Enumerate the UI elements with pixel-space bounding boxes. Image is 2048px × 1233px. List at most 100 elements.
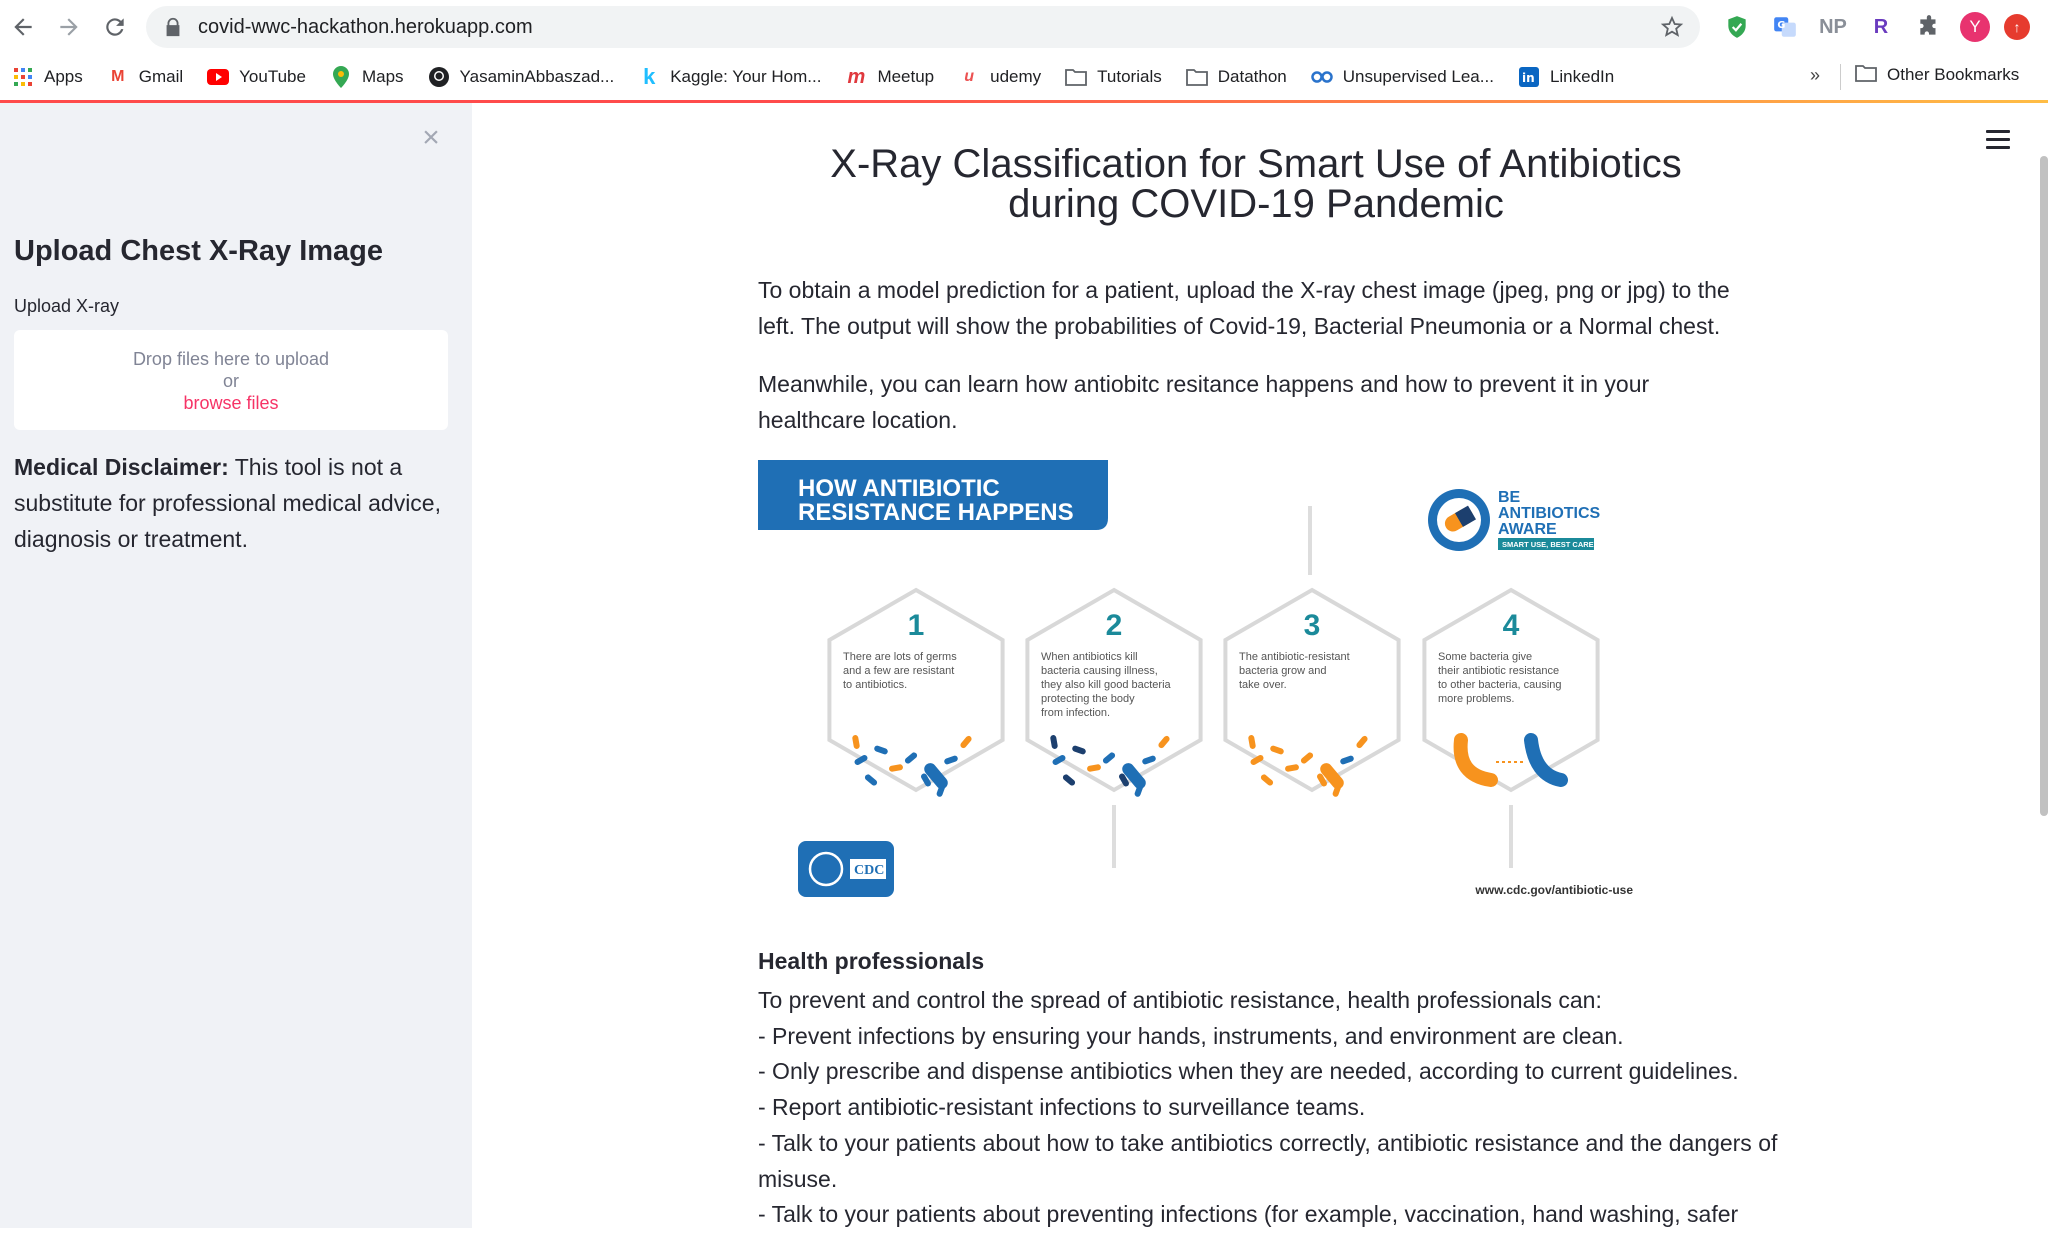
- np-extension[interactable]: NP: [1816, 10, 1850, 44]
- udemy-icon: u: [964, 68, 975, 85]
- update-icon[interactable]: ↑: [2004, 14, 2030, 40]
- bookmark-label: Datathon: [1217, 67, 1287, 86]
- health-professionals-heading: Health professionals: [758, 948, 985, 974]
- bookmark-coursera[interactable]: Unsupervised Lea...: [1310, 66, 1494, 88]
- bookmark-label: Maps: [361, 67, 404, 86]
- shield-extension[interactable]: [1720, 10, 1754, 44]
- main-menu-button[interactable]: [1986, 130, 2010, 150]
- page-title: X-Ray Classification for Smart Use of An…: [758, 144, 1754, 224]
- bookmark-linkedin[interactable]: in LinkedIn: [1518, 66, 1614, 88]
- aware-aware-text: AWARE: [1498, 521, 1557, 538]
- step-number: 4: [1503, 609, 1520, 642]
- kaggle-icon: k: [643, 64, 656, 89]
- step-text-line: to other bacteria, causing: [1438, 679, 1562, 691]
- bookmark-kaggle[interactable]: k Kaggle: Your Hom...: [638, 64, 822, 89]
- other-bookmarks[interactable]: Other Bookmarks: [1855, 64, 2019, 86]
- step-text-line: their antibiotic resistance: [1438, 665, 1559, 677]
- hp-line: - Only prescribe and dispense antibiotic…: [758, 1058, 1739, 1085]
- url-text: covid-wwc-hackathon.herokuapp.com: [198, 15, 533, 38]
- bookmark-label: udemy: [990, 67, 1042, 86]
- bookmark-github[interactable]: YasaminAbbaszad...: [428, 66, 615, 88]
- extensions-area: G NP R Y ↑: [1720, 8, 2030, 46]
- close-sidebar-icon[interactable]: ×: [418, 123, 444, 153]
- hp-line: - Talk to your patients about how to tak…: [758, 1129, 1778, 1192]
- banner-line-2: RESISTANCE HAPPENS: [798, 499, 1074, 526]
- or-text: or: [222, 371, 239, 391]
- learn-paragraph: Meanwhile, you can learn how antiobitc r…: [758, 371, 1650, 433]
- step-number: 2: [1106, 609, 1123, 642]
- gmail-icon: M: [111, 68, 125, 85]
- step-text-line: to antibiotics.: [843, 679, 907, 691]
- intro-paragraph: To obtain a model prediction for a patie…: [758, 277, 1730, 339]
- address-bar[interactable]: covid-wwc-hackathon.herokuapp.com: [146, 6, 1700, 48]
- bookmark-label: Kaggle: Your Hom...: [670, 67, 822, 86]
- bookmark-folder-datathon[interactable]: Datathon: [1185, 66, 1287, 88]
- folder-icon: [1065, 66, 1088, 88]
- forward-button[interactable]: [46, 4, 92, 50]
- bookmarks-divider: [1840, 64, 1841, 90]
- back-button[interactable]: [0, 4, 46, 50]
- cdc-url-text: www.cdc.gov/antibiotic-use: [1474, 883, 1633, 897]
- meetup-icon: m: [847, 65, 866, 88]
- profile-avatar[interactable]: Y: [1960, 12, 1990, 42]
- medical-disclaimer: Medical Disclaimer: This tool is not a s…: [14, 449, 454, 557]
- linkedin-icon: in: [1518, 66, 1540, 88]
- step-number: 1: [908, 609, 925, 642]
- bookmark-label: Unsupervised Lea...: [1342, 67, 1494, 86]
- arrow-right-icon: [60, 18, 78, 36]
- r-extension[interactable]: R: [1864, 10, 1898, 44]
- bookmark-star-icon[interactable]: [1660, 15, 1684, 39]
- other-bookmarks-label: Other Bookmarks: [1887, 65, 2020, 84]
- bookmark-maps[interactable]: Maps: [330, 66, 404, 88]
- aware-tagline: SMART USE, BEST CARE: [1502, 540, 1594, 549]
- apps-grid-icon: [12, 66, 34, 88]
- bacteria-mark: [1062, 774, 1076, 786]
- translate-extension[interactable]: G: [1768, 10, 1802, 44]
- bookmarks-bar: Apps M Gmail YouTube Maps YasaminAbbasza…: [0, 56, 2048, 98]
- title-line-1: X-Ray Classification for Smart Use of An…: [830, 142, 1682, 186]
- step-text-line: protecting the body: [1041, 693, 1135, 705]
- bookmark-label: YasaminAbbaszad...: [459, 67, 615, 86]
- bookmark-label: Meetup: [877, 67, 935, 86]
- file-dropzone[interactable]: Drop files here to upload or browse file…: [14, 330, 448, 430]
- step-text-line: There are lots of germs: [843, 651, 957, 663]
- step-text-line: from infection.: [1041, 707, 1110, 719]
- bacteria-mark: [864, 774, 878, 786]
- hexagon-steps: 1 There are lots of germs and a few are re…: [827, 587, 1600, 797]
- puzzle-icon: [1920, 15, 1936, 35]
- step-text-line: more problems.: [1438, 693, 1514, 705]
- upload-label: Upload X-ray: [14, 296, 120, 316]
- translate-icon: G: [1774, 17, 1796, 37]
- banner-line-1: HOW ANTIBIOTIC: [798, 475, 1000, 502]
- lock-icon: [166, 17, 180, 37]
- page-scrollbar[interactable]: [2040, 156, 2048, 816]
- extensions-button[interactable]: [1912, 10, 1946, 44]
- bookmark-udemy[interactable]: u udemy: [958, 66, 1041, 88]
- title-line-2: during COVID-19 Pandemic: [1008, 182, 1504, 226]
- browser-toolbar: covid-wwc-hackathon.herokuapp.com G NP R…: [0, 0, 2048, 54]
- svg-text:G: G: [1777, 20, 1785, 31]
- reload-button[interactable]: [92, 4, 138, 50]
- aware-antibiotics-text: ANTIBIOTICS: [1498, 505, 1601, 522]
- bookmark-meetup[interactable]: m Meetup: [845, 65, 935, 88]
- more-bookmarks-button[interactable]: »: [1810, 65, 1820, 86]
- step-text-line: When antibiotics kill: [1041, 651, 1138, 663]
- coursera-icon: [1310, 66, 1333, 88]
- step-text-line: and a few are resistant: [843, 665, 954, 677]
- step-text-line: bacteria grow and: [1239, 665, 1326, 677]
- bookmark-label: Gmail: [138, 67, 184, 86]
- bookmark-apps[interactable]: Apps: [12, 66, 83, 88]
- health-professionals-list: To prevent and control the spread of ant…: [758, 983, 1778, 1233]
- step-number: 3: [1304, 609, 1321, 642]
- bookmark-gmail[interactable]: M Gmail: [107, 66, 183, 88]
- step-text-line: take over.: [1239, 679, 1287, 691]
- disclaimer-bold: Medical Disclaimer:: [14, 454, 229, 480]
- github-icon: [428, 66, 450, 88]
- bookmark-youtube[interactable]: YouTube: [207, 66, 306, 88]
- drop-text: Drop files here to upload: [132, 349, 330, 369]
- shield-check-icon: [1728, 16, 1746, 38]
- browse-files-link[interactable]: browse files: [14, 392, 448, 414]
- bookmark-folder-tutorials[interactable]: Tutorials: [1065, 66, 1162, 88]
- menu-icon-bar: [1986, 146, 2010, 149]
- antibiotic-resistance-infographic: HOW ANTIBIOTIC RESISTANCE HAPPENS BE ANT…: [758, 460, 1658, 908]
